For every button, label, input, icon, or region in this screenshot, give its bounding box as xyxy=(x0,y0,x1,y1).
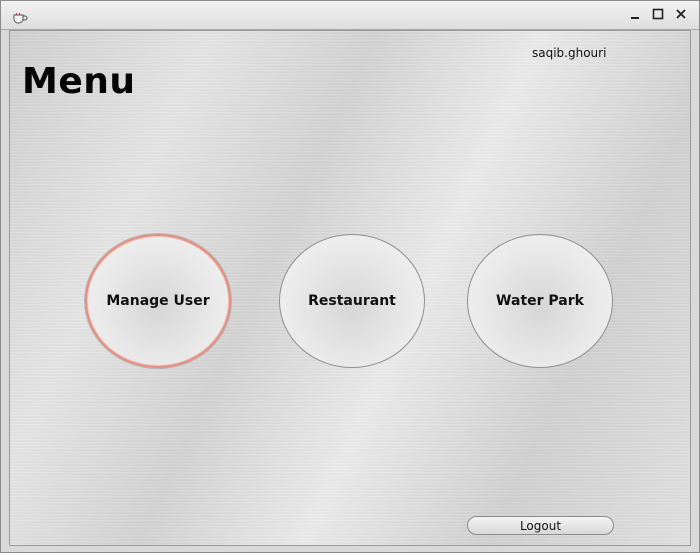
logout-button[interactable]: Logout xyxy=(467,516,614,535)
restaurant-button[interactable]: Restaurant xyxy=(279,234,425,368)
minimize-icon[interactable] xyxy=(626,5,644,23)
close-icon[interactable] xyxy=(672,5,690,23)
app-window: saqib.ghouri Menu Manage User Restaurant… xyxy=(0,0,700,553)
restaurant-label: Restaurant xyxy=(308,293,396,309)
coffee-cup-icon xyxy=(12,9,28,24)
water-park-label: Water Park xyxy=(496,293,584,309)
page-title: Menu xyxy=(22,61,136,102)
username-label: saqib.ghouri xyxy=(532,46,607,60)
logout-label: Logout xyxy=(519,518,562,533)
maximize-icon[interactable] xyxy=(649,5,667,23)
manage-user-label: Manage User xyxy=(106,293,210,309)
main-panel: saqib.ghouri Menu Manage User Restaurant… xyxy=(9,30,691,546)
title-bar[interactable] xyxy=(1,1,699,30)
manage-user-button[interactable]: Manage User xyxy=(85,234,231,368)
water-park-button[interactable]: Water Park xyxy=(467,234,613,368)
